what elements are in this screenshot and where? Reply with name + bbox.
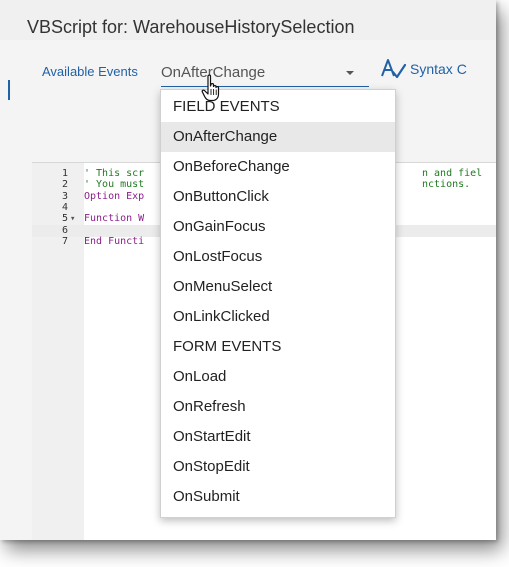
dropdown-option-onafterchange[interactable]: OnAfterChange xyxy=(161,122,395,152)
syntax-check-icon xyxy=(381,59,406,79)
code-text: Option Exp xyxy=(84,190,145,202)
chevron-down-icon[interactable] xyxy=(345,68,355,78)
dropdown-group-header: FIELD EVENTS xyxy=(173,98,280,115)
dropdown-option-onload[interactable]: OnLoad xyxy=(161,362,395,392)
dropdown-option-onlostfocus[interactable]: OnLostFocus xyxy=(161,242,395,272)
available-events-select[interactable]: OnAfterChange xyxy=(161,58,369,87)
line-number: 1 xyxy=(61,168,68,179)
page-background: VBScript for: WarehouseHistorySelection … xyxy=(0,0,509,567)
line-number: 4 xyxy=(61,201,68,213)
events-dropdown-menu: FIELD EVENTS OnAfterChange OnBeforeChange O… xyxy=(160,89,396,518)
code-text: End Functi xyxy=(84,235,145,247)
syntax-check-label: Syntax C xyxy=(410,61,467,77)
code-text: ' You must xyxy=(84,179,145,191)
available-events-label: Available Events xyxy=(42,64,138,79)
title-bar: VBScript for: WarehouseHistorySelection xyxy=(0,0,496,40)
line-number: 5 xyxy=(61,213,68,225)
fold-arrow-icon[interactable]: ▾ xyxy=(70,213,75,225)
dropdown-option-onbuttonclick[interactable]: OnButtonClick xyxy=(161,182,395,212)
hand-cursor-icon xyxy=(201,74,220,102)
syntax-check-button[interactable]: Syntax C xyxy=(380,54,467,84)
code-text: Function W xyxy=(84,213,145,225)
dropdown-option-onstopedit[interactable]: OnStopEdit xyxy=(161,452,395,482)
line-number: 2 xyxy=(61,179,68,191)
line-number: 3 xyxy=(61,190,68,202)
dropdown-option-onsubmit[interactable]: OnSubmit xyxy=(161,482,395,512)
code-text-visible-tail: nctions. xyxy=(422,179,471,191)
dropdown-option-onrefresh[interactable]: OnRefresh xyxy=(161,392,395,422)
dropdown-option-ongainfocus[interactable]: OnGainFocus xyxy=(161,212,395,242)
dropdown-option-onlinkclicked[interactable]: OnLinkClicked xyxy=(161,302,395,332)
code-text: ' This scr xyxy=(84,168,145,179)
dropdown-option-onmenuselect[interactable]: OnMenuSelect xyxy=(161,272,395,302)
line-number: 6 xyxy=(61,224,68,236)
code-text-visible-tail: n and fiel xyxy=(422,168,483,179)
dropdown-option-onbeforechange[interactable]: OnBeforeChange xyxy=(161,152,395,182)
line-number: 7 xyxy=(61,235,68,247)
dropdown-group-header: FORM EVENTS xyxy=(173,338,282,355)
dialog-title: VBScript for: WarehouseHistorySelection xyxy=(27,17,355,37)
dropdown-option-onstartedit[interactable]: OnStartEdit xyxy=(161,422,395,452)
